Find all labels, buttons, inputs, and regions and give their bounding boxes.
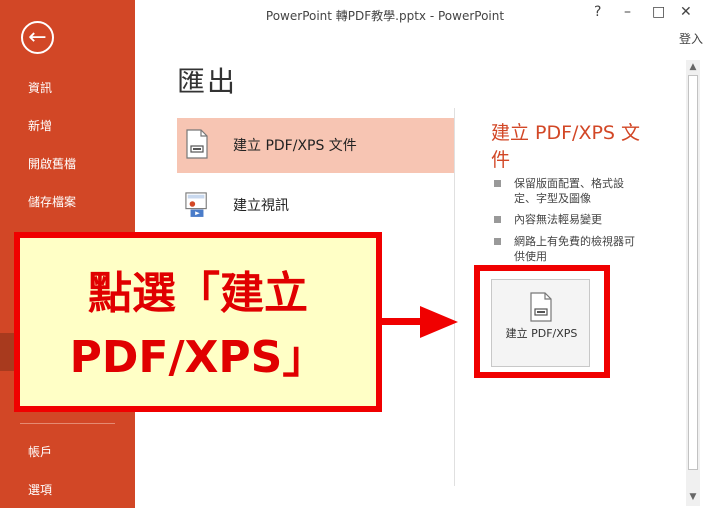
- nav-item-new[interactable]: 新增: [0, 111, 135, 141]
- back-arrow-icon[interactable]: ←: [21, 21, 54, 54]
- maximize-icon[interactable]: □: [652, 4, 665, 20]
- description-bullet: 內容無法輕易變更: [494, 212, 639, 227]
- annotation-line-2: PDF/XPS」: [69, 332, 327, 383]
- option-create-video[interactable]: 建立視訊: [177, 178, 454, 233]
- minimize-icon[interactable]: –: [624, 4, 631, 20]
- panel-divider: [454, 108, 455, 486]
- annotation-callout: 點選「建立 PDF/XPS」: [14, 232, 382, 412]
- description-bullet: 保留版面配置、格式設定、字型及圖像: [494, 176, 639, 206]
- option-label: 建立視訊: [233, 198, 289, 214]
- option-label: 建立 PDF/XPS 文件: [233, 138, 357, 154]
- signin-link[interactable]: 登入: [679, 30, 703, 47]
- annotation-line-1: 點選「建立: [88, 268, 308, 319]
- scroll-thumb[interactable]: [688, 75, 698, 470]
- scroll-down-icon[interactable]: ▼: [686, 490, 700, 504]
- annotation-text: 點選「建立 PDF/XPS」: [20, 262, 376, 390]
- scroll-up-icon[interactable]: ▲: [686, 60, 700, 74]
- nav-item-options[interactable]: 選項: [0, 475, 135, 505]
- description-title: 建立 PDF/XPS 文件: [491, 122, 641, 171]
- window-title: PowerPoint 轉PDF教學.pptx - PowerPoint: [265, 9, 505, 23]
- option-create-pdf-xps[interactable]: 建立 PDF/XPS 文件: [177, 118, 454, 173]
- pdf-document-icon: [186, 129, 208, 159]
- nav-item-account[interactable]: 帳戶: [0, 437, 135, 467]
- page-title: 匯出: [177, 65, 238, 98]
- nav-item-save[interactable]: 儲存檔案: [0, 187, 135, 217]
- close-icon[interactable]: ✕: [680, 4, 692, 20]
- annotation-arrow-head: [420, 306, 458, 338]
- video-icon: [185, 192, 207, 217]
- nav-divider: [20, 423, 115, 424]
- annotation-highlight-box: [474, 265, 610, 378]
- nav-item-open[interactable]: 開啟舊檔: [0, 149, 135, 179]
- annotation-arrow: [382, 318, 422, 325]
- help-icon[interactable]: ?: [594, 4, 601, 20]
- description-bullet: 網路上有免費的檢視器可供使用: [494, 234, 639, 264]
- nav-item-info[interactable]: 資訊: [0, 73, 135, 103]
